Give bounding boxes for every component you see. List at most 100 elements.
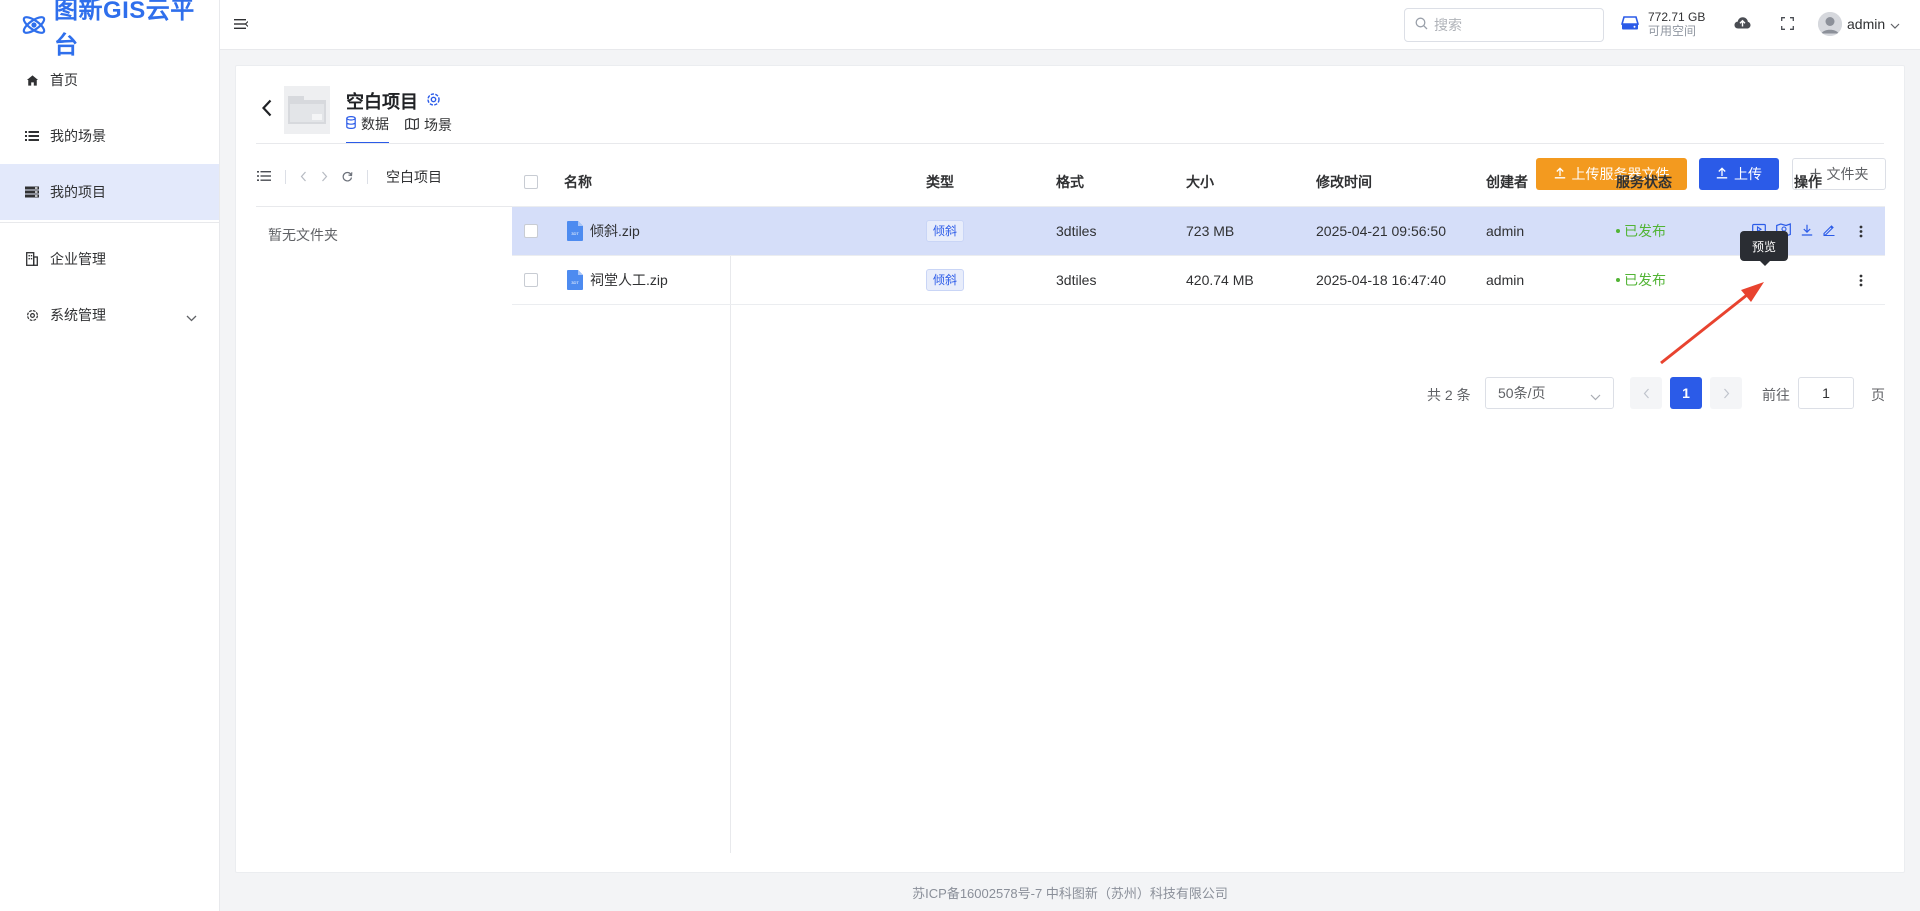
search-box[interactable]: [1404, 8, 1604, 42]
file-name: 祠堂人工.zip: [590, 272, 668, 288]
toolbar-nav: [257, 169, 368, 185]
header-creator: 创建者: [1486, 173, 1528, 190]
folder-tree-toggle-icon[interactable]: [257, 169, 271, 185]
project-title: 空白项目: [346, 88, 441, 114]
format-cell: 3dtiles: [1056, 223, 1097, 239]
download-icon[interactable]: [1801, 223, 1813, 239]
tab-label: 场景: [424, 117, 452, 133]
project-title-text: 空白项目: [346, 92, 418, 112]
preview-tooltip: 预览: [1740, 231, 1788, 266]
storage-label: 可用空间: [1648, 24, 1697, 38]
sidebar-item-home[interactable]: 首页: [0, 52, 219, 108]
file-name-cell[interactable]: 3DT 祠堂人工.zip: [567, 256, 668, 304]
file-name-cell[interactable]: 3DT 倾斜.zip: [567, 207, 640, 255]
sidebar-nav: 首页 我的场景 我的项目 企业管理 系统管理: [0, 52, 219, 343]
goto-page-input[interactable]: 1: [1798, 377, 1854, 409]
refresh-icon[interactable]: [342, 169, 353, 185]
tab-scenes[interactable]: 场景: [405, 114, 452, 144]
sidebar-item-label: 我的项目: [50, 184, 106, 200]
table-row[interactable]: 3DT 倾斜.zip 倾斜 3dtiles 723 MB 2025-04-21 …: [512, 207, 1885, 256]
modified-cell: 2025-04-21 09:56:50: [1316, 223, 1446, 239]
database-icon: [346, 115, 356, 132]
home-icon: [25, 73, 39, 87]
file-table: 名称 类型 格式 大小 修改时间 创建者 服务状态 操作 3DT 倾斜.zip …: [512, 157, 1885, 305]
row-checkbox-cell: [524, 256, 538, 304]
breadcrumb[interactable]: 空白项目: [386, 167, 442, 187]
table-row[interactable]: 3DT 祠堂人工.zip 倾斜 3dtiles 420.74 MB 2025-0…: [512, 256, 1885, 305]
edit-icon[interactable]: [1823, 223, 1835, 239]
separator: [367, 170, 368, 184]
sidebar-item-my-projects[interactable]: 我的项目: [0, 164, 219, 220]
chevron-right-icon: [1723, 388, 1729, 398]
cloud-upload-icon[interactable]: [1734, 16, 1751, 33]
table-header: 名称 类型 格式 大小 修改时间 创建者 服务状态 操作: [512, 157, 1885, 207]
header-modified: 修改时间: [1316, 173, 1372, 190]
tab-label: 数据: [361, 116, 389, 132]
project-header: 空白项目 数据 场景: [236, 66, 1904, 144]
row-checkbox[interactable]: [524, 273, 538, 287]
building-icon: [25, 252, 39, 266]
sidebar-item-system[interactable]: 系统管理: [0, 287, 219, 343]
logo-icon: [22, 15, 46, 34]
gear-icon[interactable]: [426, 91, 441, 112]
search-input[interactable]: [1434, 17, 1594, 33]
page-size-select[interactable]: 50条/页: [1485, 377, 1614, 409]
modified-cell: 2025-04-18 16:47:40: [1316, 272, 1446, 288]
select-all-checkbox[interactable]: [524, 174, 538, 189]
file-icon: 3DT: [567, 221, 583, 241]
footer-copyright: 苏ICP备16002578号-7 中科图新（苏州）科技有限公司: [912, 886, 1228, 901]
list-icon: [25, 129, 39, 143]
hard-drive-icon: [1620, 15, 1640, 34]
next-page-button[interactable]: [1710, 377, 1742, 409]
sidebar: 图新GIS云平台 首页 我的场景 我的项目 企业管理 系统管理: [0, 0, 220, 911]
row-checkbox[interactable]: [524, 224, 538, 238]
more-icon[interactable]: [1859, 274, 1863, 290]
back-arrow-icon[interactable]: [261, 99, 272, 120]
pagination: 共 2 条 50条/页 1 前往 1 页: [0, 377, 1920, 409]
sidebar-item-label: 我的场景: [50, 128, 106, 144]
chevron-down-icon: [1890, 16, 1900, 32]
status-badge: 已发布: [1616, 270, 1666, 290]
format-cell: 3dtiles: [1056, 272, 1097, 288]
header-status: 服务状态: [1616, 173, 1672, 190]
status-text: 已发布: [1624, 223, 1666, 239]
size-cell: 723 MB: [1186, 223, 1235, 239]
header-ops: 操作: [1794, 173, 1822, 190]
chevron-down-icon: [1590, 388, 1601, 404]
user-menu[interactable]: admin: [1818, 12, 1900, 36]
chevron-right-icon[interactable]: [321, 169, 328, 185]
sidebar-item-enterprise[interactable]: 企业管理: [0, 231, 219, 287]
svg-text:3DT: 3DT: [571, 231, 579, 236]
status-cell: 已发布: [1616, 256, 1666, 304]
sidebar-item-my-scenes[interactable]: 我的场景: [0, 108, 219, 164]
file-name: 倾斜.zip: [590, 223, 640, 239]
chevron-down-icon: [186, 309, 197, 325]
chevron-left-icon: [1643, 388, 1649, 398]
pagination-total: 共 2 条: [1427, 387, 1471, 403]
type-tag: 倾斜: [926, 220, 965, 242]
page-number-button[interactable]: 1: [1670, 377, 1702, 409]
chevron-left-icon[interactable]: [300, 169, 307, 185]
row-checkbox-cell: [524, 207, 538, 255]
sidebar-item-label: 系统管理: [50, 307, 106, 323]
creator-cell: admin: [1486, 272, 1525, 288]
svg-text:3DT: 3DT: [571, 280, 579, 285]
menu-toggle-icon[interactable]: [234, 17, 249, 34]
sidebar-item-label: 首页: [50, 72, 78, 88]
fullscreen-icon[interactable]: [1781, 17, 1794, 33]
logo[interactable]: 图新GIS云平台: [0, 0, 219, 59]
more-icon[interactable]: [1859, 225, 1863, 241]
sidebar-item-label: 企业管理: [50, 251, 106, 267]
goto-label: 前往: [1762, 387, 1790, 403]
header-format: 格式: [1056, 173, 1084, 190]
status-text: 已发布: [1624, 272, 1666, 288]
header-size: 大小: [1186, 173, 1214, 190]
tab-data[interactable]: 数据: [346, 114, 389, 144]
project-tabs: 数据 场景: [346, 114, 452, 144]
header-type: 类型: [926, 173, 954, 190]
prev-page-button[interactable]: [1630, 377, 1662, 409]
search-icon: [1415, 17, 1428, 33]
settings-icon: [25, 308, 39, 322]
map-icon: [405, 117, 419, 133]
page-suffix: 页: [1871, 387, 1885, 403]
